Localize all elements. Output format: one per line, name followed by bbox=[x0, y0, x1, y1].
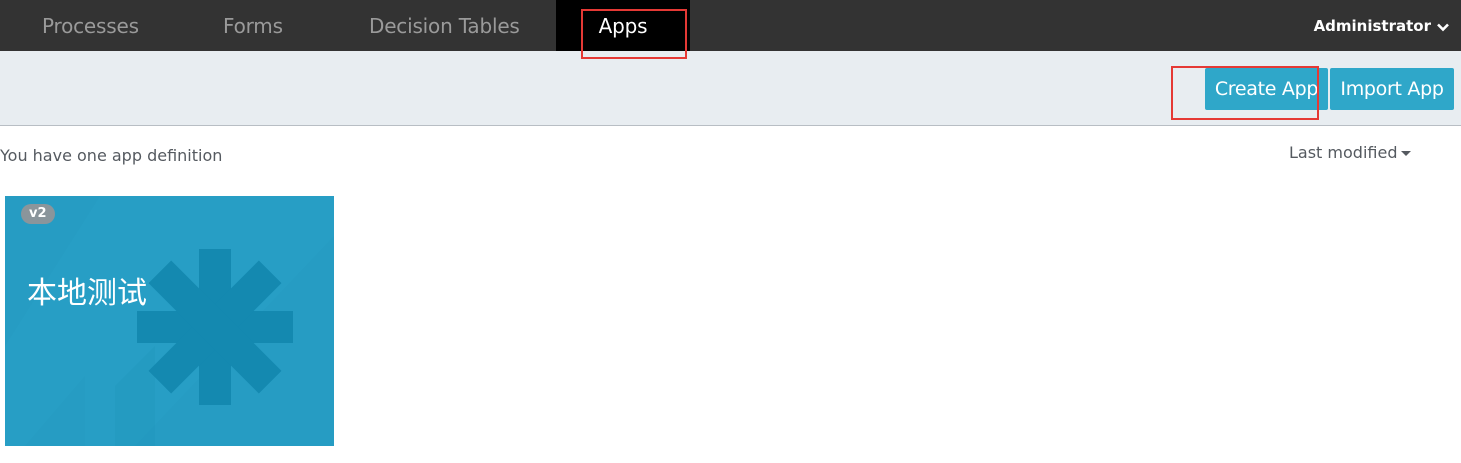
user-menu[interactable]: Administrator bbox=[1314, 0, 1449, 51]
version-badge: v2 bbox=[21, 204, 55, 224]
import-app-button[interactable]: Import App bbox=[1330, 68, 1454, 110]
app-card[interactable]: v2 本地测试 bbox=[5, 196, 334, 446]
sort-label: Last modified bbox=[1289, 143, 1398, 162]
sort-dropdown[interactable]: Last modified bbox=[1289, 143, 1412, 162]
caret-down-icon bbox=[1401, 151, 1412, 156]
user-name: Administrator bbox=[1313, 17, 1431, 35]
chevron-down-icon bbox=[1437, 1, 1449, 53]
app-count-summary: You have one app definition bbox=[0, 146, 223, 165]
tab-apps-label: Apps bbox=[598, 14, 648, 38]
tab-decision-tables[interactable]: Decision Tables bbox=[369, 0, 520, 51]
top-navbar: Processes Forms Decision Tables Apps Adm… bbox=[0, 0, 1461, 57]
asterisk-icon bbox=[137, 249, 293, 405]
tab-forms[interactable]: Forms bbox=[223, 0, 283, 51]
tab-processes[interactable]: Processes bbox=[42, 0, 139, 51]
create-app-button[interactable]: Create App bbox=[1205, 68, 1328, 110]
app-name: 本地测试 bbox=[27, 276, 147, 311]
tab-apps[interactable]: Apps bbox=[556, 0, 690, 57]
toolbar: Create App Import App bbox=[0, 51, 1461, 126]
